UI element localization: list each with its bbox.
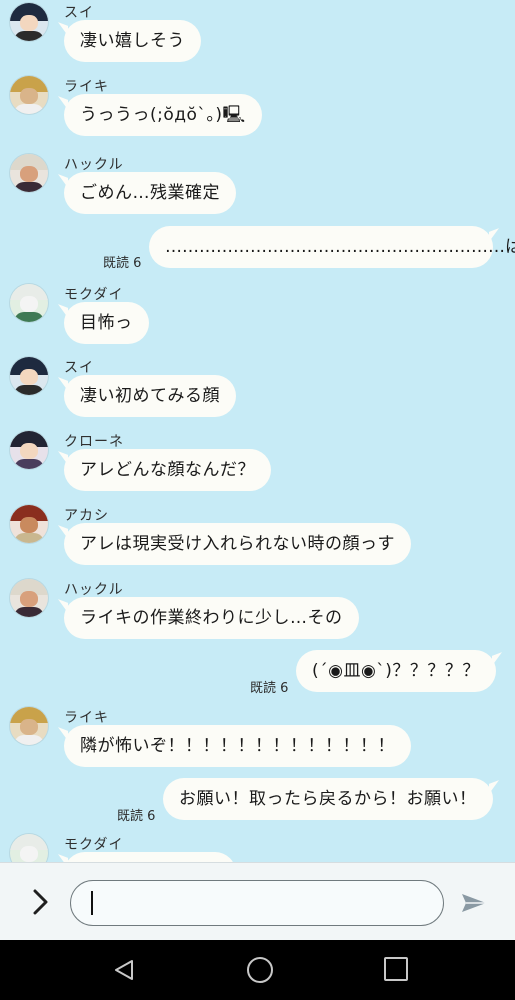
message-bubble[interactable]: うっうっ(;ŏдŏ`。)🖳: [64, 94, 262, 136]
nav-recent-icon[interactable]: [384, 957, 408, 981]
sender-avatar[interactable]: [10, 3, 48, 41]
message-bubble[interactable]: 凄い初めてみる顔: [64, 375, 236, 417]
message-bubble[interactable]: ごめん…残業確定: [64, 172, 236, 214]
message-bubble[interactable]: 目怖っ: [64, 302, 149, 344]
sender-name: スイ: [64, 5, 94, 21]
message-input-bar: [0, 862, 515, 941]
sender-avatar[interactable]: [10, 579, 48, 617]
message-bubble[interactable]: [64, 852, 236, 862]
message-bubble[interactable]: アレどんな顔なんだ？: [64, 449, 271, 491]
sender-name: モクダイ: [64, 837, 124, 853]
sender-avatar[interactable]: [10, 834, 48, 862]
message-bubble[interactable]: (´◉皿◉`)？？？？？: [296, 650, 496, 692]
message-bubble[interactable]: 凄い嬉しそう: [64, 20, 201, 62]
android-nav-bar: [0, 940, 515, 1000]
message-input[interactable]: [70, 880, 444, 926]
message-bubble[interactable]: お願い！取ったら戻るから！お願い！: [163, 778, 493, 820]
read-receipt: 既読 6: [250, 681, 289, 696]
sender-avatar[interactable]: [10, 284, 48, 322]
chevron-right-icon[interactable]: [28, 885, 52, 919]
message-bubble[interactable]: ……………………………………………………は？: [149, 226, 515, 268]
sender-avatar[interactable]: [10, 431, 48, 469]
sender-name: ハックル: [64, 582, 124, 598]
sender-avatar[interactable]: [10, 154, 48, 192]
nav-back-icon[interactable]: [112, 958, 136, 982]
chat-area[interactable]: スイ 凄い嬉しそう ライキ うっうっ(;ŏдŏ`。)🖳 ハックル ごめん…残業確…: [0, 0, 515, 862]
sender-avatar[interactable]: [10, 357, 48, 395]
sender-name: ライキ: [64, 710, 109, 726]
sender-name: モクダイ: [64, 287, 124, 303]
read-receipt: 既読 6: [103, 256, 142, 271]
sender-avatar[interactable]: [10, 505, 48, 543]
message-bubble[interactable]: 隣が怖いぞ！！！！！！！！！！！！！: [64, 725, 411, 767]
sender-name: スイ: [64, 360, 94, 376]
sender-name: アカシ: [64, 508, 109, 524]
message-bubble[interactable]: アレは現実受け入れられない時の顔っす: [64, 523, 411, 565]
sender-name: クローネ: [64, 434, 124, 450]
nav-home-icon[interactable]: [247, 957, 273, 983]
message-bubble[interactable]: ライキの作業終わりに少し…その: [64, 597, 359, 639]
text-caret: [91, 891, 93, 915]
sender-name: ハックル: [64, 157, 124, 173]
sender-avatar[interactable]: [10, 76, 48, 114]
sender-avatar[interactable]: [10, 707, 48, 745]
send-icon[interactable]: [460, 892, 488, 914]
sender-name: ライキ: [64, 79, 109, 95]
read-receipt: 既読 6: [117, 809, 156, 824]
